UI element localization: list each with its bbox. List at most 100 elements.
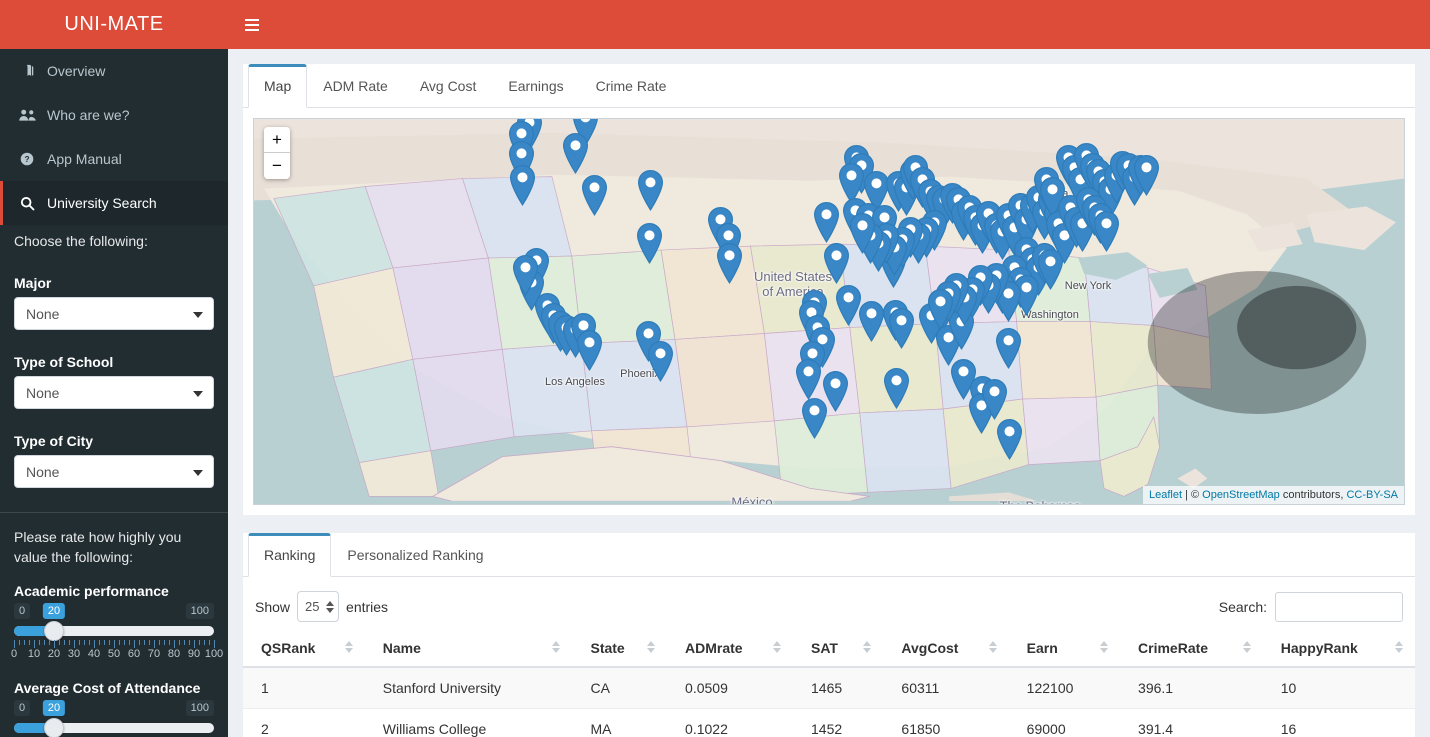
table-cell-earn: 69000 <box>1008 708 1121 737</box>
map-marker-pin-icon[interactable] <box>836 285 861 326</box>
page-size-select[interactable]: 25 <box>297 591 340 622</box>
filter-label: Major <box>14 275 52 291</box>
slider-title: Academic performance <box>14 583 169 599</box>
entries-label: entries <box>346 598 389 615</box>
map-marker-pin-icon[interactable] <box>884 368 909 409</box>
map-marker-pin-icon[interactable] <box>582 175 607 216</box>
slider-tick-label: 30 <box>67 648 81 660</box>
slider-tick-label: 100 <box>204 648 224 660</box>
filter-select-major[interactable]: None <box>14 297 214 330</box>
navbar-right <box>228 0 1430 49</box>
map-marker-pin-icon[interactable] <box>802 398 827 439</box>
map-marker-pin-icon[interactable] <box>859 301 884 342</box>
slider-handle[interactable] <box>44 718 64 737</box>
table-row[interactable]: 2 Williams College MA 0.1022 1452 61850 69000 3… <box>243 708 1415 737</box>
leaflet-map[interactable]: United States of America Los Angeles Phoeni… <box>253 118 1405 505</box>
map-marker-pin-icon[interactable] <box>638 170 663 211</box>
sort-arrows-icon[interactable] <box>1395 641 1403 653</box>
map-marker-pin-icon[interactable] <box>577 330 602 371</box>
tab-ranking[interactable]: Ranking <box>248 533 332 577</box>
sidebar-item-app-manual[interactable]: ? App Manual <box>0 137 228 181</box>
table-header-avgcost[interactable]: AvgCost <box>883 630 1009 668</box>
map-label-text: México <box>731 494 773 505</box>
tab-avg-cost[interactable]: Avg Cost <box>404 64 493 108</box>
table-cell-admrate: 0.1022 <box>667 708 793 737</box>
map-marker-pin-icon[interactable] <box>814 202 839 243</box>
table-cell-happyrank: 10 <box>1262 667 1415 709</box>
filter-value: None <box>26 305 60 322</box>
sort-arrows-icon[interactable] <box>773 641 781 653</box>
sort-arrows-icon[interactable] <box>552 641 561 653</box>
map-marker-pin-icon[interactable] <box>637 223 662 264</box>
sort-arrows-icon[interactable] <box>863 641 872 653</box>
sort-arrows-icon[interactable] <box>1242 641 1251 653</box>
search-icon <box>17 196 37 211</box>
slider-track[interactable] <box>14 621 214 641</box>
map-marker-pin-icon[interactable] <box>513 255 538 296</box>
sort-arrows-icon[interactable] <box>344 641 353 653</box>
map-marker-pin-icon[interactable] <box>510 165 535 206</box>
search-input[interactable] <box>1275 591 1403 622</box>
choose-following-label: Choose the following: <box>14 233 148 249</box>
sidebar-filters: Major None Type of School None Type of City N… <box>0 251 228 488</box>
tab-adm-rate[interactable]: ADM Rate <box>307 64 404 108</box>
sidebar-item-overview[interactable]: Overview <box>0 49 228 93</box>
table-header-admrate[interactable]: ADMrate <box>667 630 793 668</box>
table-header-qsrank[interactable]: QSRank <box>243 630 365 668</box>
map-marker-pin-icon[interactable] <box>717 243 742 284</box>
tab-personalized-ranking[interactable]: Personalized Ranking <box>331 533 499 577</box>
osm-link[interactable]: OpenStreetMap <box>1202 489 1280 501</box>
tab-earnings[interactable]: Earnings <box>492 64 579 108</box>
map-tab-body: United States of America Los Angeles Phoeni… <box>243 108 1415 515</box>
table-header-crimerate[interactable]: CrimeRate <box>1120 630 1263 668</box>
chevron-down-icon <box>193 311 203 318</box>
map-marker-pin-icon[interactable] <box>996 328 1021 369</box>
map-marker-pin-icon[interactable] <box>997 419 1022 460</box>
slider-track[interactable] <box>14 718 214 737</box>
table-header-earn[interactable]: Earn <box>1008 630 1121 668</box>
table-header-label: CrimeRate <box>1138 640 1209 656</box>
slider-max-label: 100 <box>185 603 214 619</box>
content-area: Map ADM Rate Avg Cost Earnings Crime Rate <box>228 49 1430 737</box>
map-marker-pin-icon[interactable] <box>824 243 849 284</box>
sidebar-item-who-are-we[interactable]: Who are we? <box>0 93 228 137</box>
table-header-label: AvgCost <box>901 640 959 656</box>
zoom-in-button[interactable]: + <box>264 127 290 153</box>
ranking-tabs: Ranking Personalized Ranking <box>243 533 1415 577</box>
license-link[interactable]: CC-BY-SA <box>1346 489 1398 501</box>
table-header-state[interactable]: State <box>572 630 668 668</box>
sidebar-item-university-search[interactable]: University Search <box>0 181 228 225</box>
leaflet-link[interactable]: Leaflet <box>1149 489 1182 501</box>
sort-arrows-icon[interactable] <box>988 641 997 653</box>
table-header-name[interactable]: Name <box>364 630 573 668</box>
table-header-happyrank[interactable]: HappyRank <box>1262 630 1415 668</box>
sort-arrows-icon[interactable] <box>1100 641 1109 653</box>
table-header-label: SAT <box>811 640 838 656</box>
map-marker-pin-icon[interactable] <box>648 341 673 382</box>
tab-map[interactable]: Map <box>248 64 308 108</box>
map-marker-pin-icon[interactable] <box>796 359 821 400</box>
filter-select-type-of-school[interactable]: None <box>14 376 214 409</box>
table-header-label: Earn <box>1026 640 1058 656</box>
brand-logo[interactable]: UNI-MATE <box>0 0 228 49</box>
map-marker-pin-icon[interactable] <box>850 213 875 254</box>
slider-handle[interactable] <box>44 621 64 641</box>
table-header-sat[interactable]: SAT <box>793 630 884 668</box>
map-marker-pin-icon[interactable] <box>889 308 914 349</box>
tab-crime-rate[interactable]: Crime Rate <box>580 64 683 108</box>
sidebar-toggle-icon[interactable] <box>232 0 272 49</box>
map-marker-pin-icon[interactable] <box>928 289 953 330</box>
filter-select-type-of-city[interactable]: None <box>14 455 214 488</box>
sort-arrows-icon[interactable] <box>647 641 656 653</box>
zoom-out-button[interactable]: − <box>264 153 290 179</box>
filter-label: Type of School <box>14 354 114 370</box>
map-marker-pin-icon[interactable] <box>1134 155 1159 196</box>
table-row[interactable]: 1 Stanford University CA 0.0509 1465 60311 122… <box>243 667 1415 709</box>
map-marker-pin-icon[interactable] <box>563 133 588 174</box>
slider-max-label: 100 <box>185 700 214 716</box>
map-marker-pin-icon[interactable] <box>982 379 1007 420</box>
map-marker-pin-icon[interactable] <box>1038 249 1063 290</box>
page-length-control: Show 25 entries <box>255 591 388 622</box>
map-marker-pin-icon[interactable] <box>1094 211 1119 252</box>
users-icon <box>17 108 37 122</box>
